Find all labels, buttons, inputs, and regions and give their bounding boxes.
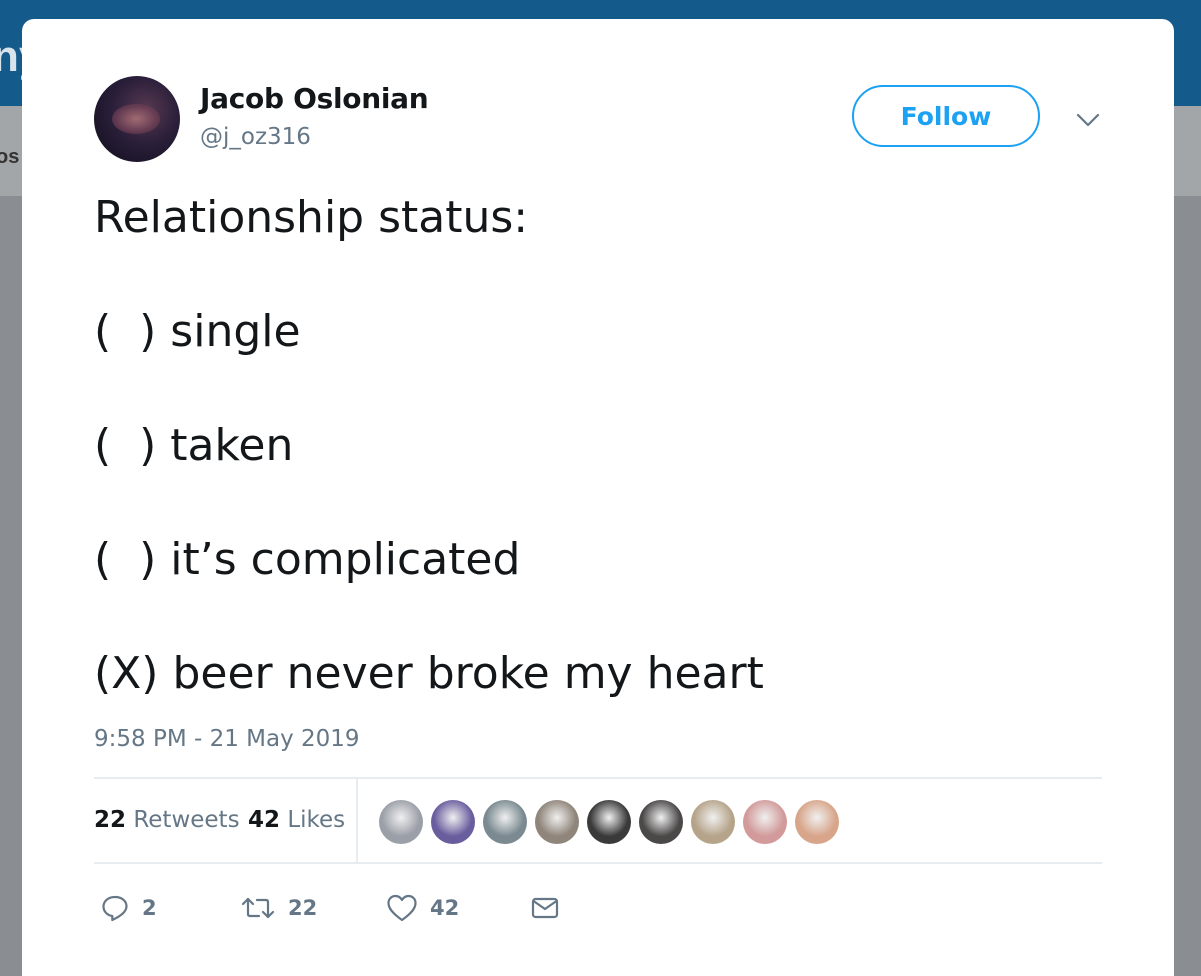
liker-avatar[interactable] bbox=[379, 800, 423, 844]
envelope-icon bbox=[530, 893, 560, 923]
liker-avatar[interactable] bbox=[639, 800, 683, 844]
liker-avatar[interactable] bbox=[587, 800, 631, 844]
reply-button[interactable]: 2 bbox=[100, 888, 157, 928]
retweets-stat[interactable]: 22 Retweets bbox=[94, 807, 240, 833]
reply-count: 2 bbox=[142, 896, 157, 920]
divider bbox=[94, 777, 1102, 779]
tweet-timestamp[interactable]: 9:58 PM - 21 May 2019 bbox=[94, 726, 360, 752]
retweet-icon bbox=[240, 893, 276, 923]
tweet-line: ( ) it’s complicated bbox=[94, 534, 521, 585]
author-handle[interactable]: @j_oz316 bbox=[200, 124, 311, 150]
retweets-count: 22 bbox=[94, 807, 127, 833]
liker-avatar[interactable] bbox=[535, 800, 579, 844]
like-count: 42 bbox=[430, 896, 460, 920]
tweet-line: ( ) single bbox=[94, 306, 301, 357]
tweet-line: ( ) taken bbox=[94, 420, 294, 471]
author-avatar[interactable] bbox=[94, 76, 180, 162]
divider bbox=[94, 862, 1102, 864]
liker-avatar[interactable] bbox=[483, 800, 527, 844]
tweet-text: Relationship status: ( ) single ( ) take… bbox=[94, 190, 1094, 760]
retweet-count: 22 bbox=[288, 896, 318, 920]
liker-avatar[interactable] bbox=[691, 800, 735, 844]
liker-avatar[interactable] bbox=[795, 800, 839, 844]
like-button[interactable]: 42 bbox=[386, 888, 459, 928]
heart-icon bbox=[386, 893, 418, 923]
liker-avatar[interactable] bbox=[431, 800, 475, 844]
stats-divider bbox=[356, 779, 358, 862]
likes-count: 42 bbox=[248, 807, 281, 833]
retweets-label: Retweets bbox=[133, 807, 240, 833]
likes-stat[interactable]: 42 Likes bbox=[248, 807, 345, 833]
tweet-line: (X) beer never broke my heart bbox=[94, 648, 764, 699]
likes-label: Likes bbox=[287, 807, 346, 833]
liker-avatar[interactable] bbox=[743, 800, 787, 844]
tweet-line: Relationship status: bbox=[94, 192, 529, 243]
direct-message-button[interactable] bbox=[530, 888, 560, 928]
liker-avatars bbox=[379, 800, 839, 844]
author-name[interactable]: Jacob Oslonian bbox=[200, 82, 429, 115]
follow-button[interactable]: Follow bbox=[852, 85, 1040, 147]
reply-icon bbox=[100, 893, 130, 923]
retweet-button[interactable]: 22 bbox=[240, 888, 317, 928]
background-nav-fragment: os bbox=[0, 146, 20, 168]
chevron-down-icon[interactable] bbox=[1074, 106, 1102, 134]
